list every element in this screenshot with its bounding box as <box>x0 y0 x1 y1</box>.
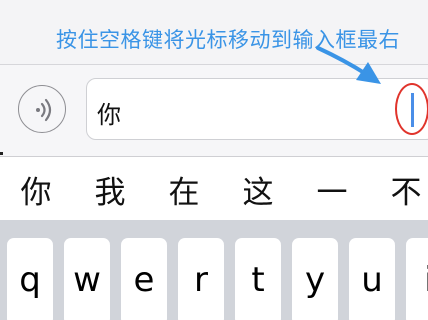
keyboard: q w e r t y u i <box>0 220 428 320</box>
key-label: e <box>133 260 155 300</box>
key-i[interactable]: i <box>406 238 428 320</box>
key-label: t <box>251 260 265 300</box>
key-t[interactable]: t <box>235 238 281 320</box>
key-label: i <box>406 260 428 300</box>
voice-input-button[interactable] <box>18 85 66 133</box>
edge-mark <box>0 152 3 155</box>
ime-screen: 按住空格键将光标移动到输入框最右 你 你 我 在 这 一 不 q w e r t <box>0 0 428 320</box>
key-y[interactable]: y <box>292 238 338 320</box>
message-input-field[interactable]: 你 <box>86 78 428 140</box>
annotation-text: 按住空格键将光标移动到输入框最右 <box>56 28 400 52</box>
input-bar: 你 <box>0 64 428 157</box>
candidate-word[interactable]: 在 <box>162 167 206 212</box>
candidate-bar: 你 我 在 这 一 不 <box>0 156 428 221</box>
key-w[interactable]: w <box>64 238 110 320</box>
candidate-word[interactable]: 这 <box>236 167 280 212</box>
key-r[interactable]: r <box>178 238 224 320</box>
candidate-word[interactable]: 你 <box>14 167 58 212</box>
candidate-word[interactable]: 我 <box>88 167 132 212</box>
key-label: r <box>194 260 208 300</box>
speaker-wave-icon <box>36 98 52 122</box>
key-label: w <box>73 260 101 300</box>
cursor-highlight-circle <box>395 83 428 135</box>
candidate-word[interactable]: 一 <box>310 167 354 212</box>
key-e[interactable]: e <box>121 238 167 320</box>
candidate-word[interactable]: 不 <box>384 167 428 212</box>
key-q[interactable]: q <box>7 238 53 320</box>
key-label: u <box>361 260 383 300</box>
key-u[interactable]: u <box>349 238 395 320</box>
input-value: 你 <box>97 101 121 129</box>
key-label: q <box>19 260 41 300</box>
key-label: y <box>304 260 326 300</box>
tutorial-banner: 按住空格键将光标移动到输入框最右 <box>0 0 428 64</box>
